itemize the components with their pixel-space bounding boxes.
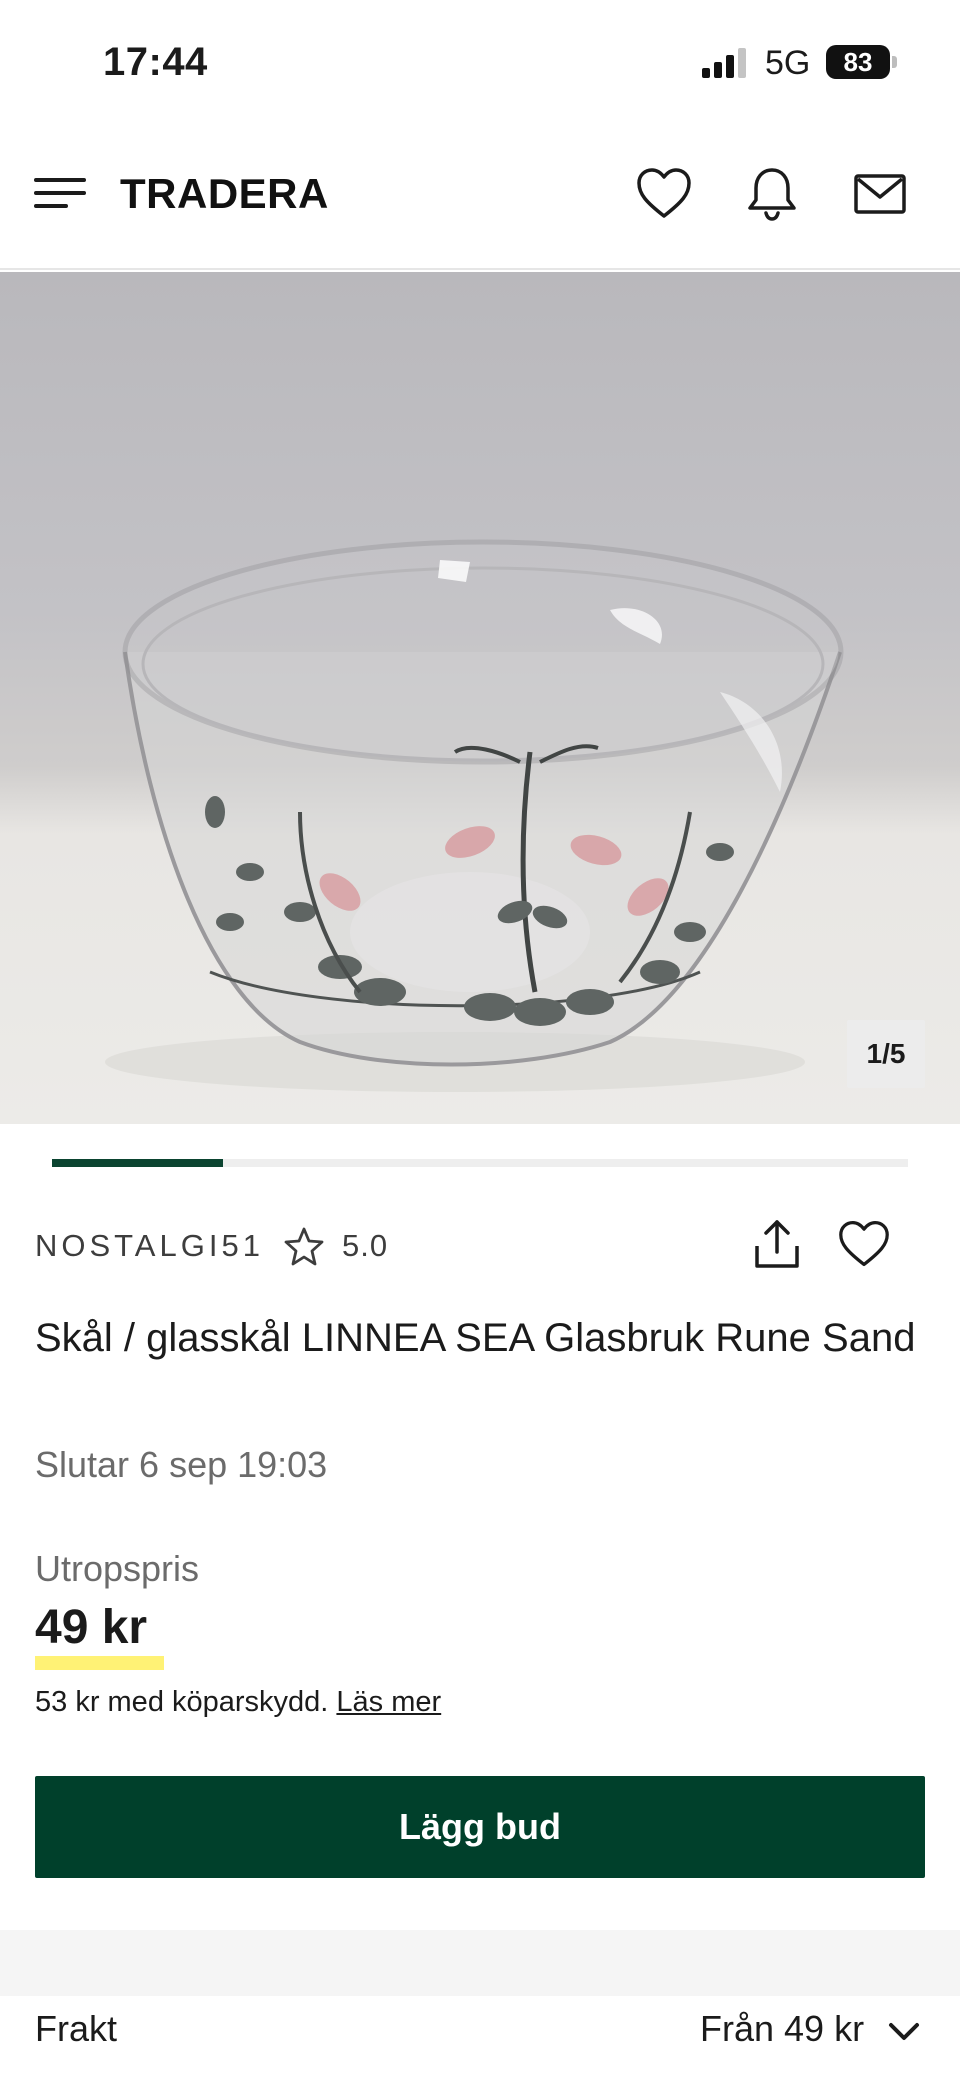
price-highlight [35, 1656, 164, 1670]
image-counter: 1/5 [847, 1020, 925, 1088]
heart-icon[interactable] [634, 164, 694, 224]
price-label: Utropspris [35, 1548, 200, 1589]
seller-name[interactable]: NOSTALGI51 [35, 1228, 264, 1264]
network-type: 5G [765, 44, 811, 82]
read-more-link[interactable]: Läs mer [336, 1686, 441, 1718]
shipping-label: Frakt [35, 2008, 118, 2049]
shipping-row[interactable]: Frakt Från 49 kr [0, 1996, 960, 2078]
gallery-progress-fill [52, 1159, 224, 1167]
buyer-protection-text: 53 kr med köparskydd. [35, 1686, 329, 1718]
seller-rating: 5.0 [342, 1228, 389, 1263]
battery-level: 83 [826, 45, 890, 79]
status-bar: 17:44 5G 83 [0, 0, 960, 120]
menu-icon[interactable] [34, 174, 86, 212]
battery-icon: 83 [826, 45, 897, 79]
favorite-heart-icon[interactable] [836, 1218, 892, 1270]
bell-icon[interactable] [742, 164, 802, 224]
buyer-protection: 53 kr med köparskydd. Läs mer [35, 1686, 441, 1719]
status-time: 17:44 [103, 40, 208, 84]
star-icon [284, 1227, 324, 1266]
listing-title: Skål / glasskål LINNEA SEA Glasbruk Rune… [35, 1316, 916, 1360]
glass-bowl-image [105, 539, 844, 1092]
app-header: TRADERA [0, 120, 960, 270]
gallery-progress [52, 1159, 908, 1167]
share-icon[interactable] [752, 1218, 802, 1272]
product-image[interactable] [0, 272, 960, 1124]
shipping-value: Från 49 kr [700, 2008, 865, 2049]
place-bid-button[interactable]: Lägg bud [35, 1776, 925, 1878]
mail-icon[interactable] [850, 164, 910, 224]
listing-price: 49 kr [35, 1601, 148, 1654]
chevron-down-icon[interactable] [886, 2016, 922, 2046]
tradera-logo[interactable]: TRADERA [120, 170, 329, 218]
signal-icon [702, 48, 746, 78]
section-divider [0, 1930, 960, 1996]
listing-end-time: Slutar 6 sep 19:03 [35, 1444, 328, 1485]
